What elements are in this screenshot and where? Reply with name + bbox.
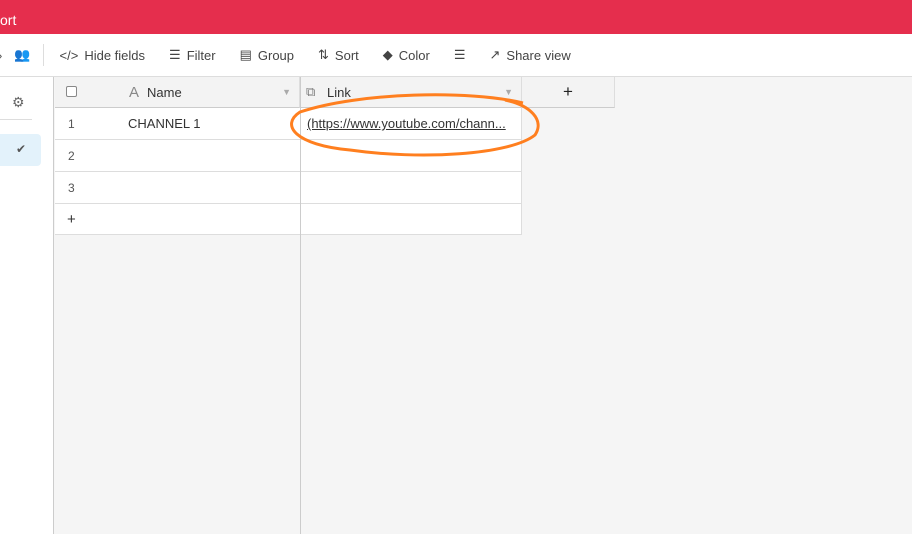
annotation-circle [290, 93, 540, 157]
